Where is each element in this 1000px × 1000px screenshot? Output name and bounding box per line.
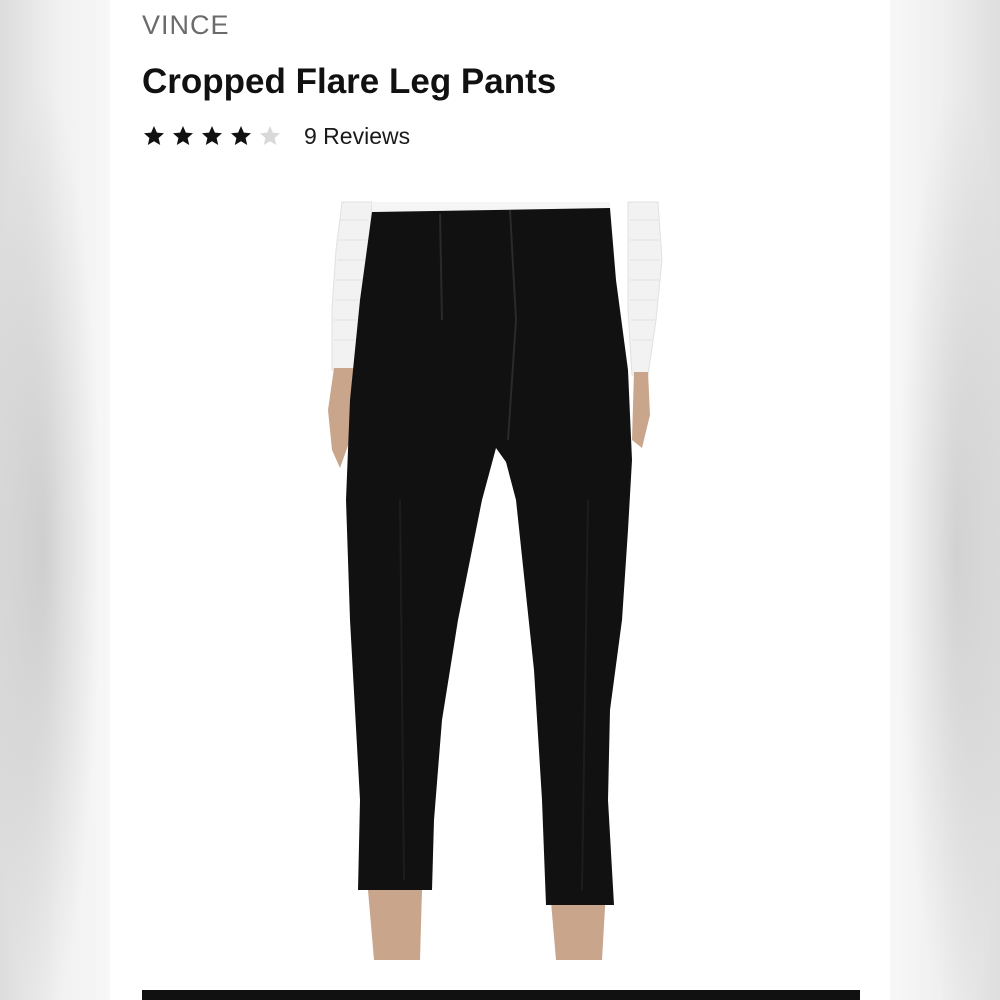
star-filled-icon [229,124,253,148]
brand-name[interactable]: VINCE [142,10,230,41]
left-ankle [368,890,422,960]
pants-illustration [328,201,663,960]
reviews-link[interactable]: 9 Reviews [304,123,410,150]
product-image[interactable] [310,200,690,960]
pants-body [346,208,632,905]
star-filled-icon [200,124,224,148]
add-to-bag-bar[interactable] [142,990,860,1000]
right-hand [632,372,650,448]
screenshot-frame: VINCE Cropped Flare Leg Pants 9 Reviews [0,0,1000,1000]
rating-row[interactable]: 9 Reviews [142,121,410,151]
product-card: VINCE Cropped Flare Leg Pants 9 Reviews [110,0,890,1000]
star-rating[interactable] [142,124,282,148]
sweater-right-arm [627,201,663,376]
star-filled-icon [142,124,166,148]
star-empty-icon [258,124,282,148]
product-title: Cropped Flare Leg Pants [142,62,557,101]
star-filled-icon [171,124,195,148]
